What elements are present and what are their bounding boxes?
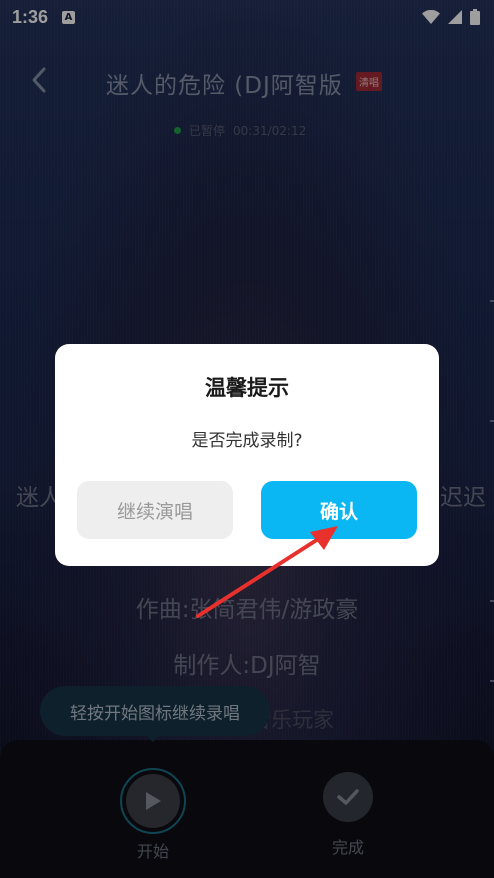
edge-mark [490,600,494,602]
dialog-title: 温馨提示 [205,376,289,400]
edge-mark [490,420,494,422]
pointer-arrow-icon [196,526,338,618]
edge-mark [490,680,494,682]
edge-mark [490,300,494,302]
dialog-message: 是否完成录制? [191,431,303,451]
